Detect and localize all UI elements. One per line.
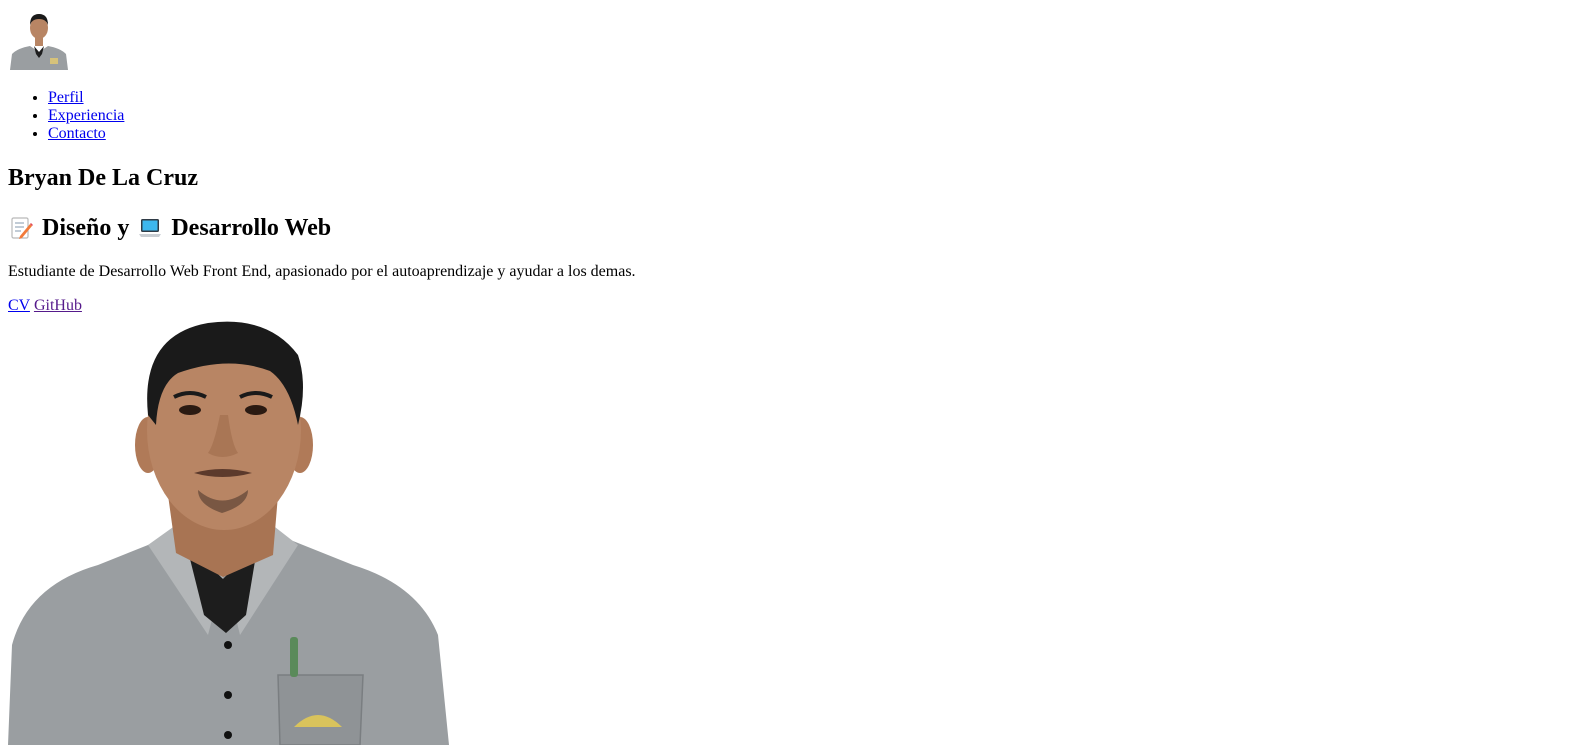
nav-item: Contacto [48, 125, 1570, 143]
memo-icon [11, 217, 33, 239]
cv-link[interactable]: CV [8, 297, 30, 314]
nav-menu: Perfil Experiencia Contacto [8, 89, 1570, 143]
nav-link-experiencia[interactable]: Experiencia [48, 107, 124, 124]
nav-link-contacto[interactable]: Contacto [48, 125, 106, 142]
page: Perfil Experiencia Contacto Bryan De La … [0, 0, 1578, 753]
nav-item: Perfil [48, 89, 1570, 107]
avatar[interactable] [8, 8, 70, 70]
profile-name: Bryan De La Cruz [8, 165, 198, 191]
nav-item: Experiencia [48, 107, 1570, 125]
role-part-2: Desarrollo Web [171, 215, 332, 241]
profile-photo [8, 315, 449, 745]
github-link[interactable]: GitHub [34, 297, 82, 314]
laptop-icon [139, 219, 162, 237]
profile-role: Diseño y Desarrollo Web [8, 214, 1570, 242]
profile-links: CV GitHub [8, 297, 1570, 315]
nav-link-perfil[interactable]: Perfil [48, 89, 84, 106]
role-part-1: Diseño y [42, 215, 130, 241]
site-header: Perfil Experiencia Contacto [8, 8, 1570, 143]
profile-bio: Estudiante de Desarrollo Web Front End, … [8, 263, 636, 280]
profile-section: Bryan De La Cruz Diseño y Desarrollo Web… [8, 164, 1570, 745]
